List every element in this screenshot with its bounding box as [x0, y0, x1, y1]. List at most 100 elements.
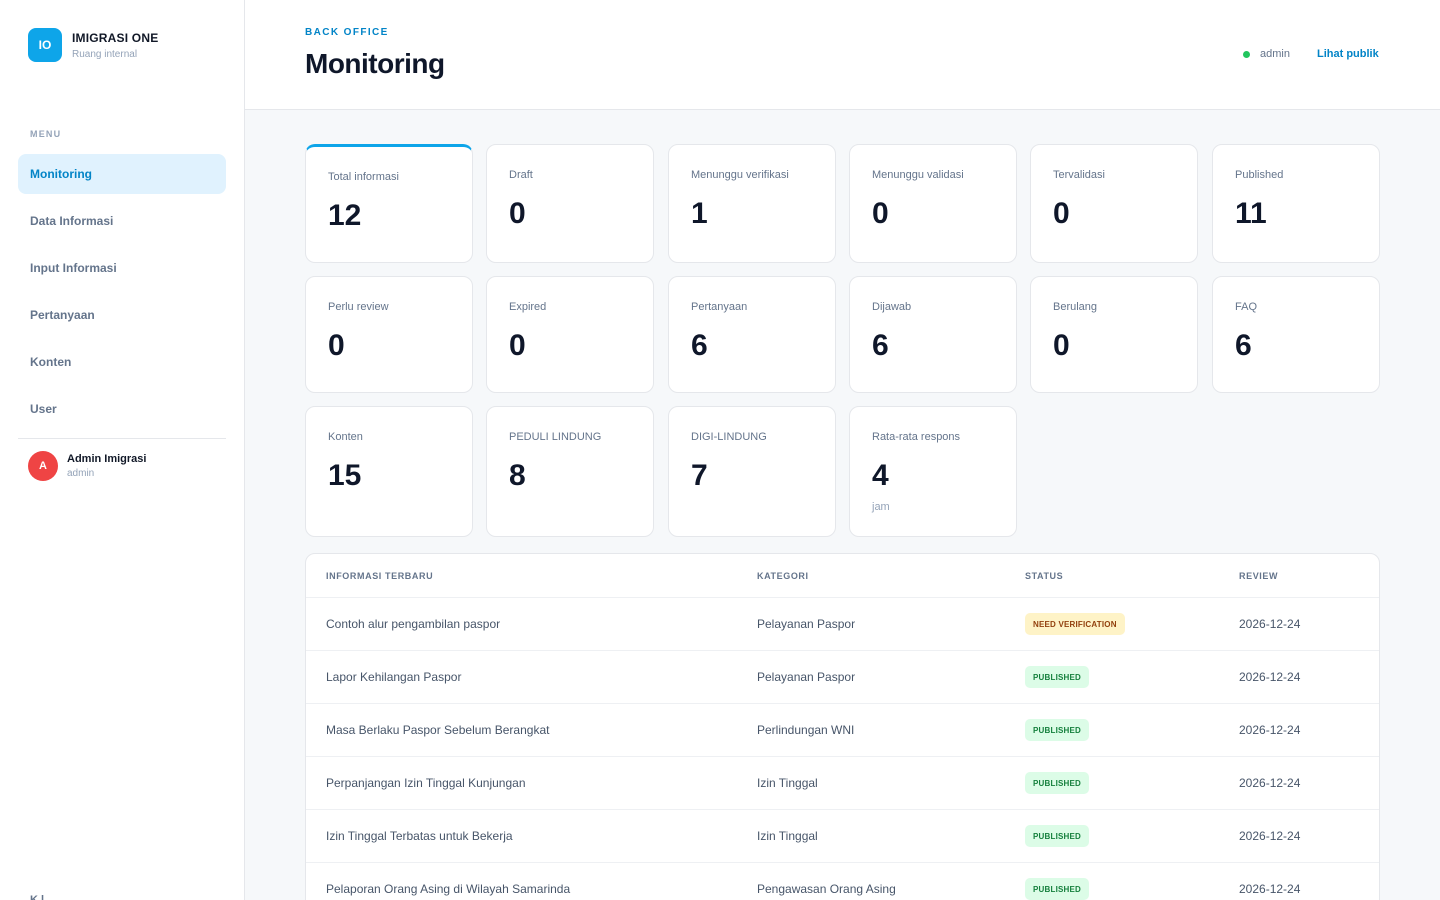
row-review-date: 2026-12-24 — [1239, 670, 1301, 684]
stat-card-rata-rata-respons: Rata-rata respons 4 jam — [849, 406, 1017, 537]
sidebar-item-monitoring[interactable]: Monitoring — [18, 154, 226, 194]
sidebar-item-input-informasi[interactable]: Input Informasi — [18, 248, 226, 288]
sidebar-item-data-informasi[interactable]: Data Informasi — [18, 201, 226, 241]
stat-value: 6 — [691, 329, 708, 362]
brand-subtitle: Ruang internal — [72, 48, 138, 60]
status-badge: PUBLISHED — [1025, 719, 1090, 741]
stat-card-menunggu-validasi: Menunggu validasi 0 — [849, 144, 1017, 263]
row-review-date: 2026-12-24 — [1239, 617, 1301, 631]
profile-role: admin — [67, 468, 95, 479]
stat-label: FAQ — [1235, 301, 1258, 313]
row-review-date: 2026-12-24 — [1239, 723, 1301, 737]
eyebrow: BACK OFFICE — [305, 27, 389, 38]
status-badge: PUBLISHED — [1025, 772, 1090, 794]
stat-label: Menunggu validasi — [872, 169, 964, 181]
table-row[interactable]: Perpanjangan Izin Tinggal Kunjungan Izin… — [306, 757, 1379, 810]
view-public-link[interactable]: Lihat publik — [1317, 48, 1379, 60]
profile-name: Admin Imigrasi — [67, 453, 147, 465]
brand-name: IMIGRASI ONE — [72, 30, 159, 45]
stat-label: Rata-rata respons — [872, 431, 961, 443]
table-row[interactable]: Contoh alur pengambilan paspor Pelayanan… — [306, 598, 1379, 651]
stat-value: 6 — [872, 329, 889, 362]
stat-label: Perlu review — [328, 301, 389, 313]
stat-card-perlu-review: Perlu review 0 — [305, 276, 473, 393]
sidebar-logout-link[interactable]: K l — [30, 894, 44, 900]
brand[interactable]: IO IMIGRASI ONE Ruang internal — [28, 28, 158, 62]
stat-label: Berulang — [1053, 301, 1098, 313]
table-row[interactable]: Pelaporan Orang Asing di Wilayah Samarin… — [306, 863, 1379, 900]
sidebar-item-konten[interactable]: Konten — [18, 342, 226, 382]
sidebar-item-user[interactable]: User — [18, 389, 226, 429]
stat-card-published: Published 11 — [1212, 144, 1380, 263]
row-review-date: 2026-12-24 — [1239, 882, 1301, 896]
stat-label: Expired — [509, 301, 547, 313]
status-badge: PUBLISHED — [1025, 666, 1090, 688]
sidebar: IO IMIGRASI ONE Ruang internal MENU Moni… — [0, 0, 245, 900]
stat-card-faq: FAQ 6 — [1212, 276, 1380, 393]
user-profile[interactable]: A Admin Imigrasi admin — [28, 451, 146, 481]
column-header-status: STATUS — [1025, 571, 1064, 581]
stat-label: Konten — [328, 431, 363, 443]
row-review-date: 2026-12-24 — [1239, 776, 1301, 790]
sidebar-item-pertanyaan[interactable]: Pertanyaan — [18, 295, 226, 335]
stat-label: Menunggu verifikasi — [691, 169, 789, 181]
sidebar-nav: Monitoring Data Informasi Input Informas… — [18, 154, 226, 436]
menu-label: MENU — [30, 129, 62, 139]
stat-label: Tervalidasi — [1053, 169, 1105, 181]
stat-label: Dijawab — [872, 301, 912, 313]
brand-text: IMIGRASI ONE Ruang internal — [72, 31, 158, 60]
status-badge: PUBLISHED — [1025, 825, 1090, 847]
stat-card-total-informasi: Total informasi 12 — [305, 144, 473, 263]
stat-value: 7 — [691, 459, 708, 492]
stat-value: 11 — [1235, 197, 1267, 230]
row-title: Contoh alur pengambilan paspor — [326, 617, 501, 631]
stat-unit: jam — [872, 501, 890, 513]
stat-card-digi-lindung: DIGI-LINDUNG 7 — [668, 406, 836, 537]
online-status-icon — [1243, 51, 1250, 58]
column-header-review: REVIEW — [1239, 571, 1279, 581]
table-header: INFORMASI TERBARU KATEGORI STATUS REVIEW — [306, 554, 1379, 598]
row-title: Perpanjangan Izin Tinggal Kunjungan — [326, 776, 526, 790]
page-header: BACK OFFICE Monitoring admin Lihat publi… — [245, 0, 1440, 110]
stat-value: 0 — [509, 197, 526, 230]
stat-value: 0 — [1053, 329, 1070, 362]
row-category: Pelayanan Paspor — [757, 617, 856, 631]
stat-card-pertanyaan: Pertanyaan 6 — [668, 276, 836, 393]
row-title: Pelaporan Orang Asing di Wilayah Samarin… — [326, 882, 571, 896]
stat-value: 0 — [328, 329, 345, 362]
row-category: Pelayanan Paspor — [757, 670, 856, 684]
stat-card-tervalidasi: Tervalidasi 0 — [1030, 144, 1198, 263]
row-title: Izin Tinggal Terbatas untuk Bekerja — [326, 829, 513, 843]
stat-card-dijawab: Dijawab 6 — [849, 276, 1017, 393]
row-category: Izin Tinggal — [757, 829, 818, 843]
table-row[interactable]: Izin Tinggal Terbatas untuk Bekerja Izin… — [306, 810, 1379, 863]
stat-label: Total informasi — [328, 171, 399, 183]
profile-text: Admin Imigrasi admin — [67, 453, 146, 479]
brand-logo: IO — [28, 28, 62, 62]
avatar: A — [28, 451, 58, 481]
table-row[interactable]: Lapor Kehilangan Paspor Pelayanan Paspor… — [306, 651, 1379, 704]
stat-card-berulang: Berulang 0 — [1030, 276, 1198, 393]
row-title: Lapor Kehilangan Paspor — [326, 670, 462, 684]
stat-value: 4 — [872, 459, 889, 492]
row-category: Izin Tinggal — [757, 776, 818, 790]
column-header-informasi: INFORMASI TERBARU — [326, 571, 434, 581]
stat-value: 6 — [1235, 329, 1252, 362]
page-title: Monitoring — [305, 48, 445, 79]
stat-value: 0 — [509, 329, 526, 362]
stat-label: Draft — [509, 169, 533, 181]
stat-value: 0 — [1053, 197, 1070, 230]
row-review-date: 2026-12-24 — [1239, 829, 1301, 843]
status-badge: PUBLISHED — [1025, 878, 1090, 900]
status-badge: NEED VERIFICATION — [1025, 613, 1125, 635]
current-user: admin — [1260, 48, 1290, 60]
stat-card-menunggu-verifikasi: Menunggu verifikasi 1 — [668, 144, 836, 263]
stat-card-peduli-lindung: PEDULI LINDUNG 8 — [486, 406, 654, 537]
stat-label: Published — [1235, 169, 1284, 181]
stat-label: PEDULI LINDUNG — [509, 431, 602, 443]
stat-value: 15 — [328, 459, 362, 492]
stat-value: 1 — [691, 197, 708, 230]
table-row[interactable]: Masa Berlaku Paspor Sebelum Berangkat Pe… — [306, 704, 1379, 757]
sidebar-divider — [18, 438, 226, 439]
stat-value: 0 — [872, 197, 889, 230]
